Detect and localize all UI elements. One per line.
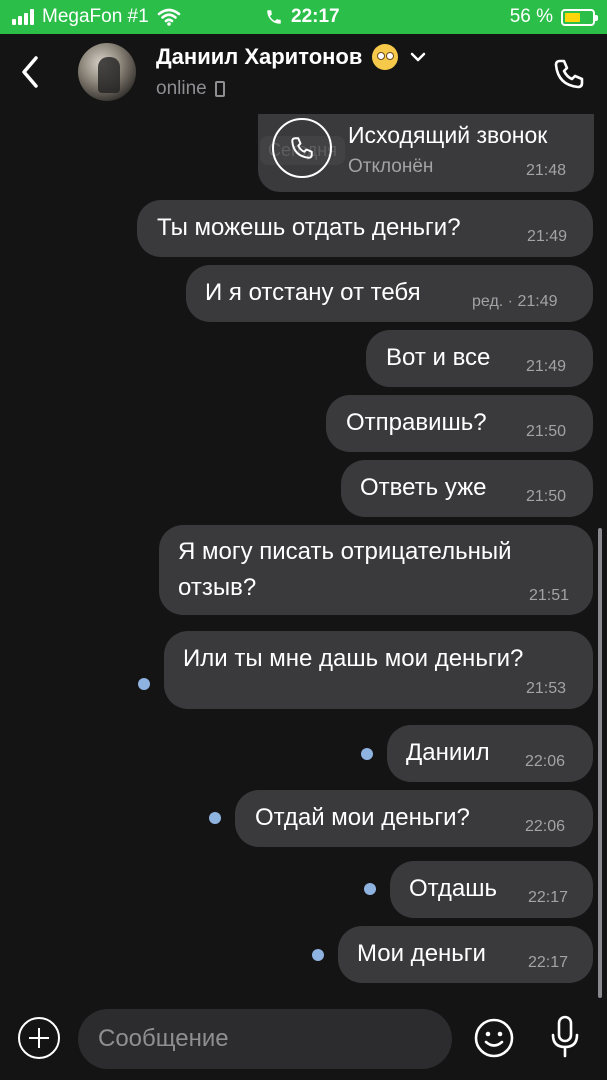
- message-text: Ответь уже: [360, 474, 487, 501]
- call-message[interactable]: Сегодня Исходящий звонок Отклонён 21:48: [258, 114, 594, 192]
- clock: 22:17: [291, 6, 340, 27]
- call-status: Отклонён: [348, 156, 434, 177]
- unread-indicator: [364, 883, 376, 895]
- contact-status: online: [156, 78, 225, 100]
- message-bubble[interactable]: Отдай мои деньги? 22:06: [235, 790, 593, 847]
- message-text-line: отзыв?: [178, 574, 257, 601]
- composer: [0, 1000, 607, 1080]
- message-text: Отправишь?: [346, 409, 487, 436]
- message-text: И я отстану от тебя: [205, 279, 421, 306]
- message-list[interactable]: Сегодня Исходящий звонок Отклонён 21:48 …: [0, 114, 607, 1000]
- phone-call-icon: [272, 118, 332, 178]
- online-status: online: [156, 78, 207, 99]
- mobile-icon: [214, 81, 225, 97]
- unread-indicator: [138, 678, 150, 690]
- message-text: Ты можешь отдать деньги?: [157, 214, 461, 241]
- message-text: Отдай мои деньги?: [255, 804, 470, 831]
- avatar[interactable]: [78, 43, 136, 101]
- contact-title[interactable]: Даниил Харитонов: [156, 44, 426, 70]
- message-bubble[interactable]: Ты можешь отдать деньги? 21:49: [137, 200, 593, 257]
- plus-icon[interactable]: [18, 1017, 60, 1059]
- message-text: Отдашь: [409, 875, 497, 902]
- message-bubble[interactable]: Вот и все 21:49: [366, 330, 593, 387]
- message-bubble[interactable]: Или ты мне дашь мои деньги? 21:53: [164, 631, 593, 709]
- unread-indicator: [209, 812, 221, 824]
- message-bubble[interactable]: Отправишь? 21:50: [326, 395, 593, 452]
- message-input[interactable]: [78, 1009, 452, 1069]
- status-bar: MegaFon #1 22:17 56 %: [0, 0, 607, 34]
- message-time: 21:48: [526, 162, 567, 179]
- message-time: 22:17: [528, 954, 569, 971]
- chevron-down-icon[interactable]: [410, 51, 426, 63]
- message-bubble[interactable]: И я отстану от тебя ред. · 21:49: [186, 265, 593, 322]
- message-text: Вот и все: [386, 344, 491, 371]
- smile-icon[interactable]: [473, 1017, 515, 1059]
- battery-percentage: 56 %: [509, 6, 553, 27]
- status-center: 22:17: [265, 6, 340, 28]
- unread-indicator: [361, 748, 373, 760]
- message-time: 21:49: [526, 358, 567, 375]
- status-left: MegaFon #1: [12, 6, 181, 28]
- scrollbar[interactable]: [598, 528, 602, 998]
- message-time: 21:53: [526, 680, 567, 697]
- phone-icon[interactable]: [549, 54, 589, 94]
- status-right: 56 %: [509, 6, 598, 28]
- message-time: 21:50: [526, 488, 567, 505]
- message-time: 21:51: [529, 587, 570, 604]
- battery-icon: [561, 8, 598, 26]
- message-time: 21:49: [527, 228, 568, 245]
- message-time: 21:50: [526, 423, 567, 440]
- message-time: 22:17: [528, 889, 569, 906]
- message-text: Мои деньги: [357, 940, 486, 967]
- message-time: 22:06: [525, 753, 566, 770]
- wifi-icon: [157, 8, 180, 26]
- message-bubble[interactable]: Мои деньги 22:17: [338, 926, 593, 983]
- signal-icon: [12, 9, 34, 25]
- message-text: Даниил: [406, 739, 490, 766]
- message-bubble[interactable]: Даниил 22:06: [387, 725, 593, 782]
- call-active-icon: [267, 10, 281, 24]
- microphone-icon[interactable]: [546, 1014, 584, 1060]
- call-title: Исходящий звонок: [348, 122, 548, 148]
- message-time: 22:06: [525, 818, 566, 835]
- message-text: Или ты мне дашь мои деньги?: [183, 645, 524, 672]
- carrier-name: MegaFon #1: [42, 6, 149, 27]
- chat-header: Даниил Харитонов online: [0, 34, 607, 114]
- message-bubble[interactable]: Я могу писать отрицательный отзыв? 21:51: [159, 525, 593, 615]
- message-text-line: Я могу писать отрицательный: [178, 538, 512, 565]
- message-edited-time: ред. · 21:49: [472, 293, 558, 310]
- message-bubble[interactable]: Отдашь 22:17: [390, 861, 593, 918]
- unread-indicator: [312, 949, 324, 961]
- back-icon[interactable]: [14, 52, 46, 92]
- message-bubble[interactable]: Ответь уже 21:50: [341, 460, 593, 517]
- contact-name: Даниил Харитонов: [156, 44, 363, 69]
- eyeroll-emoji-icon: [372, 44, 399, 70]
